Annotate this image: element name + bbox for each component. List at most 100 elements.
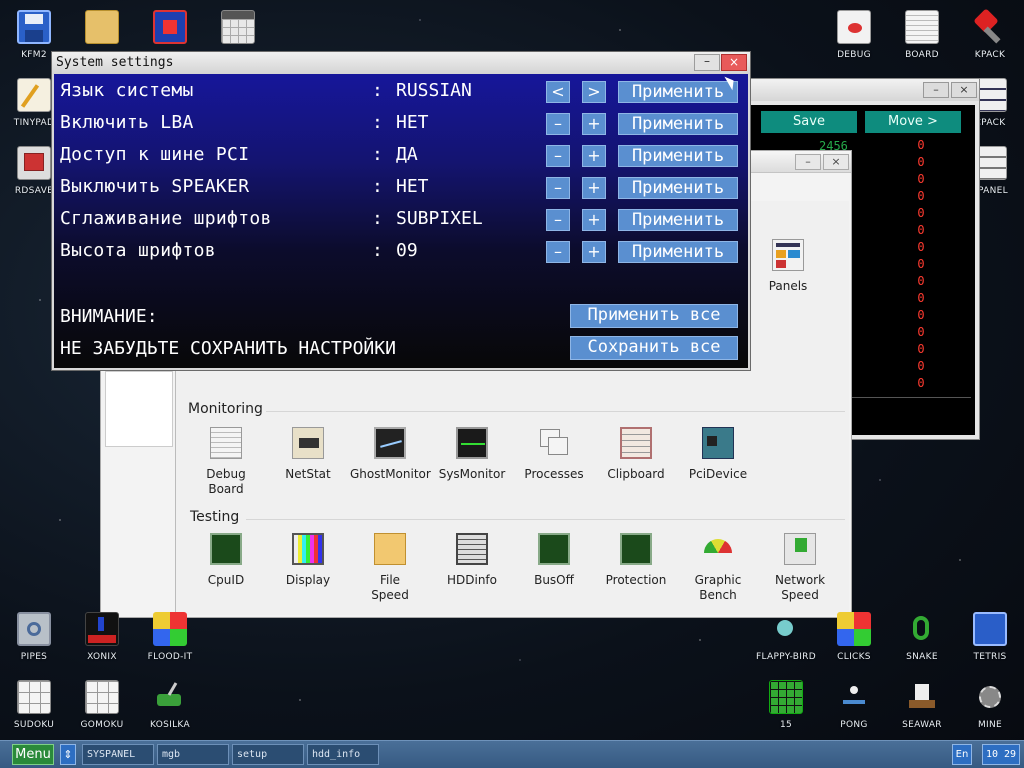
desktop-icon-kpack[interactable]: KPACK (956, 8, 1024, 60)
app-debug-board[interactable]: Debug Board (186, 427, 266, 497)
app-pcidevice[interactable]: PciDevice (678, 427, 758, 482)
increment-button[interactable]: + (582, 177, 606, 199)
increment-button[interactable]: + (582, 241, 606, 263)
desktop-icon-label: MINE (977, 720, 1003, 730)
prev-button[interactable]: < (546, 81, 570, 103)
paint-icon (153, 10, 187, 44)
colon: : (372, 176, 383, 197)
app-busoff[interactable]: BusOff (514, 533, 594, 588)
taskbar-item-setup[interactable]: setup (232, 744, 304, 765)
app-file-speed[interactable]: File Speed (350, 533, 430, 603)
setting-row-font-height: Высота шрифтов : 09 – + Применить (54, 236, 748, 268)
increment-button[interactable]: + (582, 113, 606, 135)
app-cpuid[interactable]: CpuID (186, 533, 266, 588)
section-monitoring: Monitoring (188, 401, 263, 417)
system-settings-titlebar[interactable]: System settings – × (52, 52, 750, 74)
taskbar: Menu ⇕ SYSPANEL mgb setup hdd_info En 10… (0, 740, 1024, 768)
desktop-icon-kosilka[interactable]: KOSILKA (136, 680, 204, 730)
board-red-value: 0 (917, 206, 925, 220)
apply-button[interactable]: Применить (618, 241, 738, 263)
increment-button[interactable]: + (582, 209, 606, 231)
app-protection[interactable]: Protection (596, 533, 676, 588)
busoff-icon (538, 533, 570, 565)
apply-button[interactable]: Применить (618, 113, 738, 135)
colon: : (372, 80, 383, 101)
language-indicator[interactable]: En (952, 744, 972, 765)
decrement-button[interactable]: – (546, 209, 570, 231)
move-button[interactable]: Move > (865, 111, 961, 133)
app-network-speed[interactable]: Network Speed (760, 533, 840, 603)
desktop-icon-label: SNAKE (906, 652, 938, 662)
board-red-value: 0 (917, 291, 925, 305)
app-processes[interactable]: Processes (514, 427, 594, 482)
minimize-button[interactable]: – (694, 54, 720, 71)
save-button[interactable]: Save (761, 111, 857, 133)
setting-value: НЕТ (396, 112, 429, 133)
board-red-value: 0 (917, 359, 925, 373)
taskbar-item-hdd-info[interactable]: hdd_info (307, 744, 379, 765)
folder-icon (374, 533, 406, 565)
close-button[interactable]: × (823, 154, 849, 170)
decrement-button[interactable]: – (546, 113, 570, 135)
switch-arrows-button[interactable]: ⇕ (60, 744, 76, 765)
desktop-icon-pipes[interactable]: PIPES (0, 612, 68, 662)
decrement-button[interactable]: – (546, 145, 570, 167)
apply-button[interactable]: Применить (618, 81, 738, 103)
app-panels[interactable]: Panels (748, 239, 828, 294)
desktop-icon-tetris[interactable]: TETRIS (956, 612, 1024, 662)
app-display[interactable]: Display (268, 533, 348, 588)
desktop-icon-15[interactable]: 15 (752, 680, 820, 730)
next-button[interactable]: > (582, 81, 606, 103)
increment-button[interactable]: + (582, 145, 606, 167)
app-netstat[interactable]: NetStat (268, 427, 348, 482)
desktop-icon-clicks[interactable]: CLICKS (820, 612, 888, 662)
warning-text: НЕ ЗАБУДЬТЕ СОХРАНИТЬ НАСТРОЙКИ (60, 338, 396, 359)
desktop-icon-sudoku[interactable]: SUDOKU (0, 680, 68, 730)
desktop-icon-gomoku[interactable]: GOMOKU (68, 680, 136, 730)
apply-button[interactable]: Применить (618, 177, 738, 199)
desktop-icon-seawar[interactable]: SEAWAR (888, 680, 956, 730)
desktop-icon-label: BOARD (905, 50, 939, 60)
app-graphic-bench[interactable]: Graphic Bench (678, 533, 758, 603)
kpack-icon (973, 8, 1007, 44)
app-hddinfo[interactable]: HDDinfo (432, 533, 512, 588)
clipboard-icon (620, 427, 652, 459)
pong-icon (837, 680, 871, 714)
setting-row-pci: Доступ к шине PCI : ДА – + Применить (54, 140, 748, 172)
setting-label: Выключить SPEAKER (60, 176, 250, 197)
desktop-icon-snake[interactable]: SNAKE (888, 612, 956, 662)
decrement-button[interactable]: – (546, 177, 570, 199)
apply-button[interactable]: Применить (618, 209, 738, 231)
apply-all-button[interactable]: Применить все (570, 304, 738, 328)
desktop-icon-label: FLAPPY-BIRD (756, 652, 816, 662)
desktop-icon-pong[interactable]: PONG (820, 680, 888, 730)
close-button[interactable]: × (721, 54, 747, 71)
desktop-icon-calculator[interactable] (204, 10, 272, 44)
menu-button[interactable]: Menu (12, 744, 54, 765)
desktop-icon-flood-it[interactable]: FLOOD-IT (136, 612, 204, 662)
app-sysmonitor[interactable]: SysMonitor (432, 427, 512, 482)
minimize-button[interactable]: – (795, 154, 821, 170)
desktop-icon-board[interactable]: BOARD (888, 10, 956, 60)
desktop-icon-label: PONG (840, 720, 868, 730)
save-all-button[interactable]: Сохранить все (570, 336, 738, 360)
minimize-button[interactable]: – (923, 82, 949, 98)
desktop-icon-flappy-bird[interactable]: FLAPPY-BIRD (752, 612, 820, 662)
desktop-icon-label: TETRIS (973, 652, 1007, 662)
setting-label: Включить LBA (60, 112, 194, 133)
taskbar-item-mgb[interactable]: mgb (157, 744, 229, 765)
protection-icon (620, 533, 652, 565)
app-clipboard[interactable]: Clipboard (596, 427, 676, 482)
desktop-icon-folder[interactable] (68, 10, 136, 44)
app-ghostmonitor[interactable]: GhostMonitor (350, 427, 431, 482)
desktop-icon-debug[interactable]: DEBUG (820, 10, 888, 60)
gomoku-icon (85, 680, 119, 714)
close-button[interactable]: × (951, 82, 977, 98)
desktop-icon-xonix[interactable]: XONIX (68, 612, 136, 662)
section-testing: Testing (190, 509, 240, 525)
taskbar-item-syspanel[interactable]: SYSPANEL (82, 744, 154, 765)
decrement-button[interactable]: – (546, 241, 570, 263)
desktop-icon-mine[interactable]: MINE (956, 680, 1024, 730)
desktop-icon-paint[interactable] (136, 10, 204, 44)
apply-button[interactable]: Применить (618, 145, 738, 167)
